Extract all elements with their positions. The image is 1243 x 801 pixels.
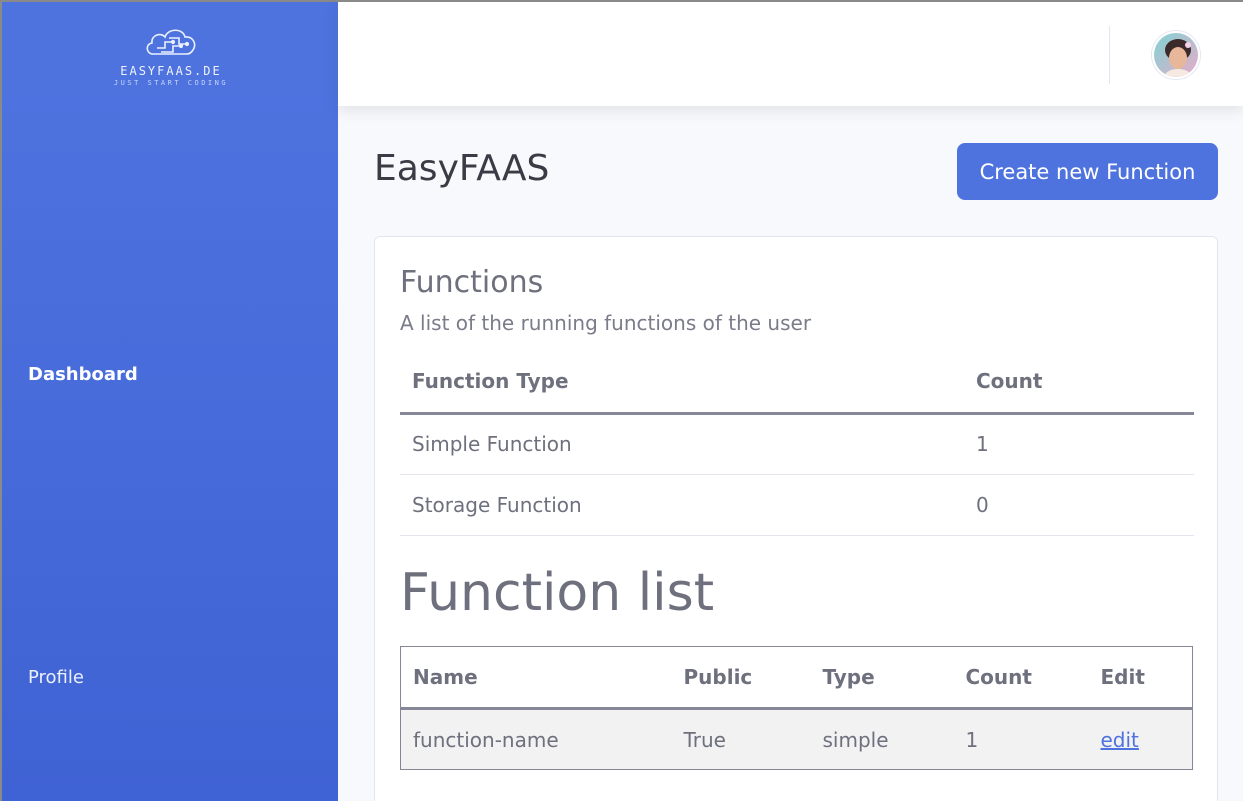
sidebar-item-dashboard[interactable]: Dashboard <box>28 364 138 385</box>
function-name-cell: function-name <box>400 708 672 770</box>
table-header-row: Function Type Count <box>400 351 1194 415</box>
column-header-function-type: Function Type <box>400 351 964 415</box>
function-type-cell: Storage Function <box>400 474 964 536</box>
topbar-divider <box>1109 26 1110 84</box>
function-edit-cell: edit <box>1088 708 1193 770</box>
page-title: EasyFAAS <box>374 148 550 189</box>
functions-card-subtitle: A list of the running functions of the u… <box>400 311 812 335</box>
column-header-type: Type <box>810 646 954 710</box>
function-list-title: Function list <box>400 563 715 623</box>
user-avatar-icon <box>1154 33 1198 77</box>
functions-card-title: Functions <box>400 265 544 300</box>
brand-tagline: JUST START CODING <box>113 79 229 87</box>
function-type-table: Function Type Count Simple Function 1 St… <box>400 351 1194 536</box>
column-header-public: Public <box>671 646 811 710</box>
sidebar-item-profile[interactable]: Profile <box>28 667 84 688</box>
table-row: function-name True simple 1 edit <box>400 708 1193 770</box>
user-avatar[interactable] <box>1152 31 1200 79</box>
function-type-cell: simple <box>810 708 954 770</box>
functions-card: Functions A list of the running function… <box>374 236 1218 801</box>
table-header-row: Name Public Type Count Edit <box>400 646 1193 710</box>
create-new-function-button[interactable]: Create new Function <box>957 143 1218 200</box>
cloud-logo-icon <box>146 29 196 55</box>
brand-logo[interactable]: EASYFAAS.DE JUST START CODING <box>2 24 340 87</box>
brand-name: EASYFAAS.DE <box>120 64 222 78</box>
app-root: EASYFAAS.DE JUST START CODING Dashboard … <box>0 0 1243 801</box>
function-list-table: Name Public Type Count Edit function-nam… <box>400 646 1193 770</box>
table-row: Simple Function 1 <box>400 413 1194 475</box>
function-count-cell: 1 <box>953 708 1089 770</box>
column-header-count: Count <box>953 646 1089 710</box>
topbar <box>338 0 1243 106</box>
edit-link[interactable]: edit <box>1101 728 1139 752</box>
function-type-cell: Simple Function <box>400 413 964 475</box>
column-header-name: Name <box>400 646 672 710</box>
count-cell: 0 <box>964 474 1194 536</box>
column-header-edit: Edit <box>1088 646 1193 710</box>
count-cell: 1 <box>964 413 1194 475</box>
sidebar: EASYFAAS.DE JUST START CODING Dashboard … <box>0 0 338 801</box>
function-public-cell: True <box>671 708 811 770</box>
column-header-count: Count <box>964 351 1194 415</box>
table-row: Storage Function 0 <box>400 474 1194 536</box>
